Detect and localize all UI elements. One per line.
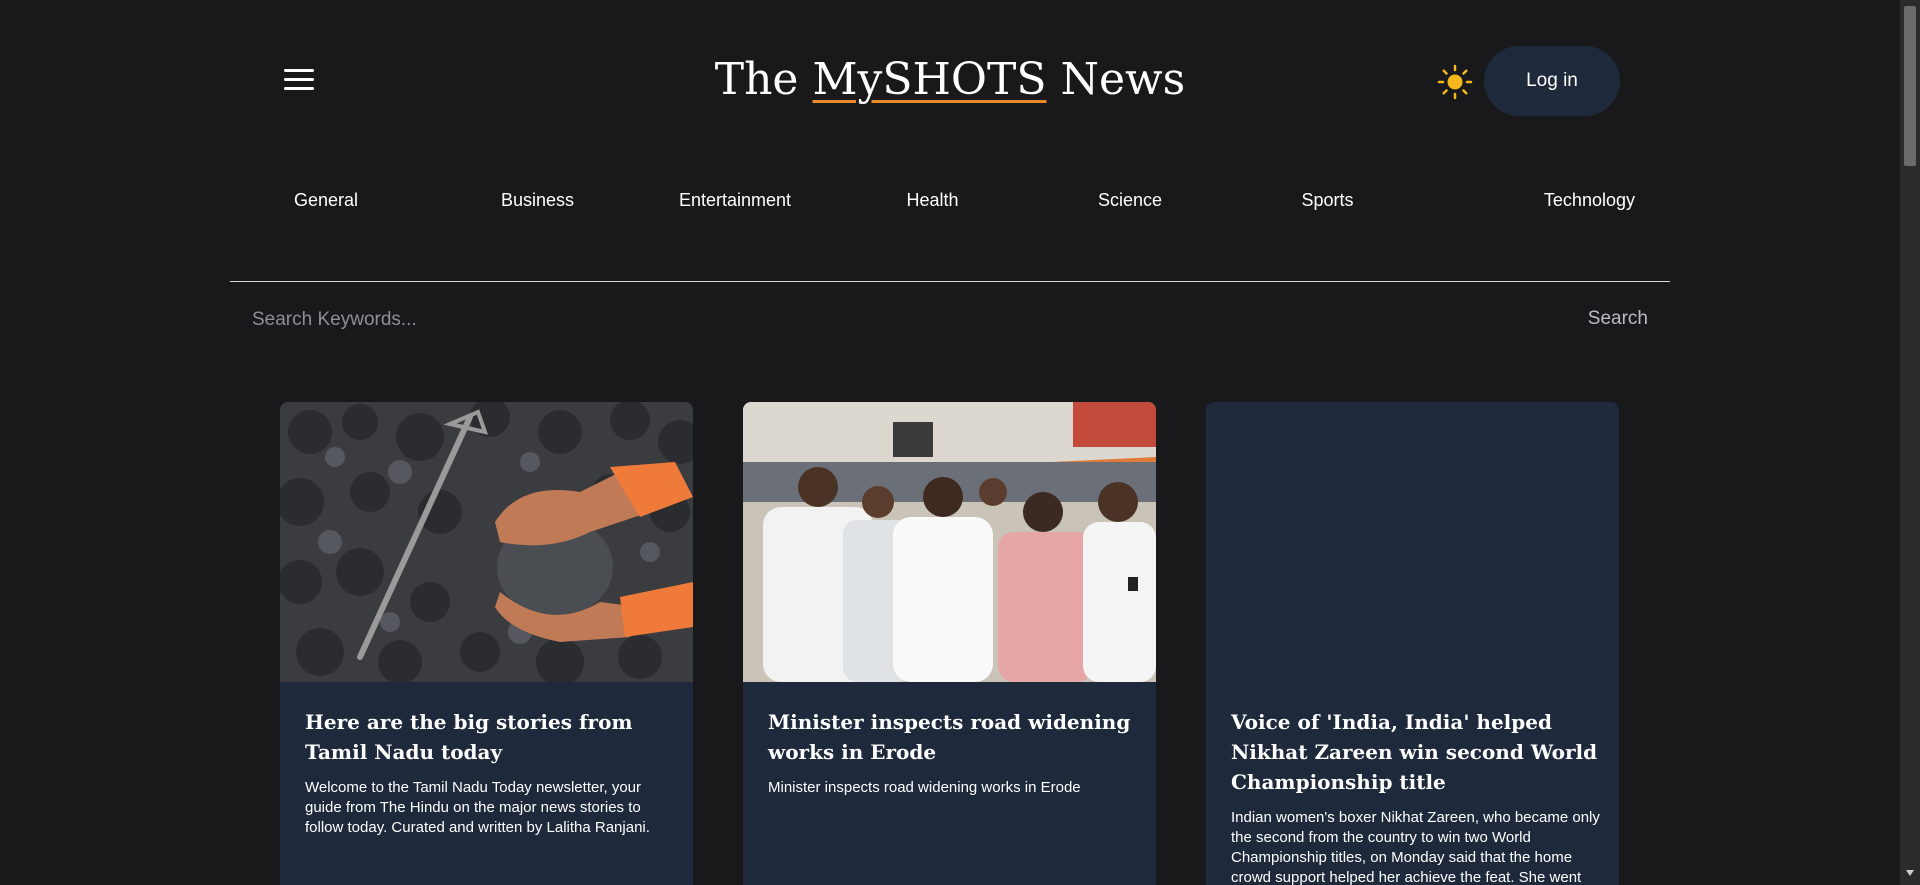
news-card[interactable]: Here are the big stories from Tamil Nadu… bbox=[280, 402, 693, 885]
search-button[interactable]: Search bbox=[1570, 302, 1648, 336]
sun-icon[interactable] bbox=[1436, 63, 1474, 101]
logo-prefix: The bbox=[714, 54, 813, 105]
nav-item-science[interactable]: Science bbox=[1050, 186, 1210, 214]
search-divider bbox=[230, 281, 1670, 282]
nav-item-business[interactable]: Business bbox=[458, 186, 618, 214]
nav-item-entertainment[interactable]: Entertainment bbox=[655, 186, 815, 214]
logo-brand: MySHOTS bbox=[812, 54, 1047, 105]
nav-item-technology[interactable]: Technology bbox=[1445, 186, 1635, 214]
news-card[interactable]: Voice of 'India, India' helped Nikhat Za… bbox=[1206, 402, 1619, 885]
login-button[interactable]: Log in bbox=[1484, 46, 1620, 116]
news-image-minister bbox=[743, 402, 1156, 682]
scrollbar-thumb[interactable] bbox=[1904, 6, 1916, 166]
nav-item-general[interactable]: General bbox=[230, 186, 420, 214]
card-description: Indian women's boxer Nikhat Zareen, who … bbox=[1231, 809, 1600, 885]
nav-item-health[interactable]: Health bbox=[853, 186, 1013, 214]
page-scrollbar[interactable] bbox=[1900, 0, 1920, 885]
card-description: Minister inspects road widening works in… bbox=[768, 779, 1081, 796]
card-title[interactable]: Minister inspects road widening works in… bbox=[768, 707, 1138, 767]
card-description: Welcome to the Tamil Nadu Today newslett… bbox=[305, 779, 650, 836]
card-title[interactable]: Here are the big stories from Tamil Nadu… bbox=[305, 707, 675, 767]
news-image-placeholder bbox=[1206, 402, 1619, 682]
search-input[interactable] bbox=[252, 302, 1152, 338]
nav-item-sports[interactable]: Sports bbox=[1248, 186, 1408, 214]
news-image-coal bbox=[280, 402, 693, 682]
card-title[interactable]: Voice of 'India, India' helped Nikhat Za… bbox=[1231, 707, 1601, 797]
news-card[interactable]: Minister inspects road widening works in… bbox=[743, 402, 1156, 885]
category-nav: General Business Entertainment Health Sc… bbox=[230, 186, 1635, 214]
logo-suffix: News bbox=[1046, 54, 1186, 105]
scroll-down-arrow-icon[interactable] bbox=[1906, 870, 1914, 876]
